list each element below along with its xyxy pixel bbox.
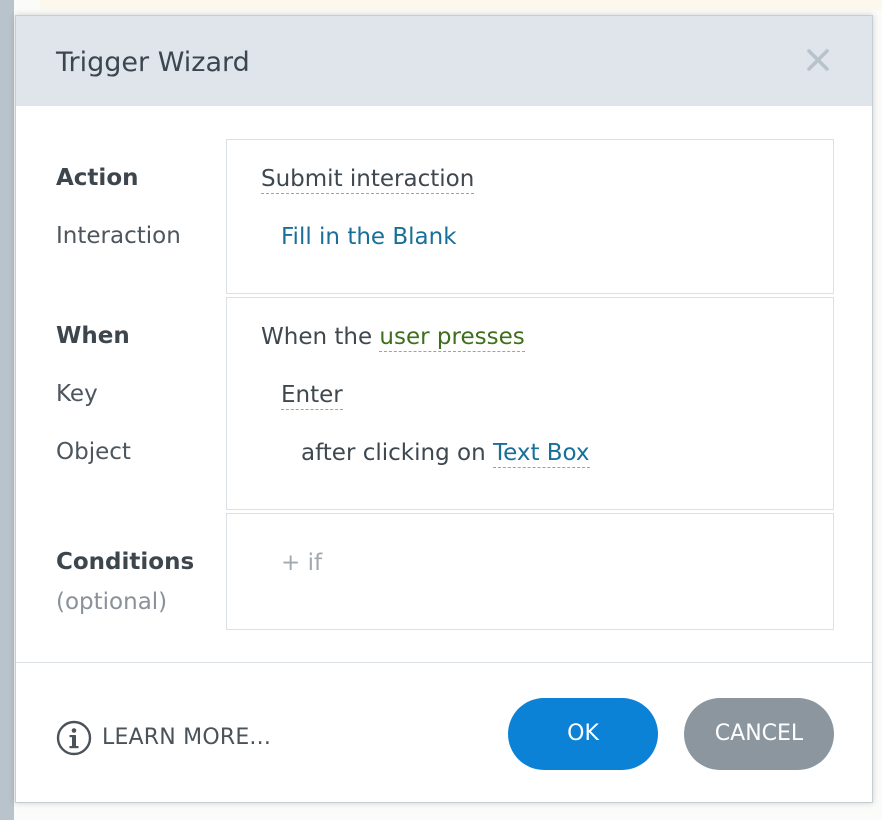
when-prefix: When the: [261, 324, 373, 350]
action-panel: Submit interaction Fill in the Blank: [226, 139, 834, 294]
close-icon[interactable]: [804, 46, 832, 74]
ok-button[interactable]: OK: [508, 698, 658, 770]
interaction-label: Interaction: [56, 223, 181, 249]
conditions-label: Conditions: [56, 549, 195, 575]
interaction-link[interactable]: Fill in the Blank: [281, 224, 457, 250]
cancel-button[interactable]: CANCEL: [684, 698, 834, 770]
object-label: Object: [56, 439, 131, 465]
object-dropdown[interactable]: Text Box: [492, 440, 590, 468]
when-event-dropdown[interactable]: user presses: [379, 324, 525, 352]
backdrop-sidebar: [0, 0, 14, 820]
when-panel: When the user presses Enter after clicki…: [226, 297, 834, 510]
learn-more-link[interactable]: LEARN MORE...: [56, 720, 271, 756]
add-condition-button[interactable]: + if: [281, 550, 322, 576]
conditions-panel: + if: [226, 513, 834, 630]
object-prefix: after clicking on: [301, 440, 486, 466]
info-icon: [56, 720, 92, 756]
dialog-header: Trigger Wizard: [16, 16, 872, 106]
footer-divider: [16, 662, 872, 663]
learn-more-label: LEARN MORE...: [102, 725, 272, 750]
action-dropdown[interactable]: Submit interaction: [261, 166, 475, 194]
key-label: Key: [56, 381, 98, 407]
key-dropdown[interactable]: Enter: [281, 382, 343, 410]
backdrop-accent: [40, 0, 882, 10]
dialog-title: Trigger Wizard: [56, 47, 250, 78]
trigger-wizard-dialog: Trigger Wizard Action Interaction Submit…: [15, 15, 873, 803]
when-label: When: [56, 323, 130, 349]
conditions-optional-label: (optional): [56, 589, 168, 615]
action-label: Action: [56, 165, 139, 191]
